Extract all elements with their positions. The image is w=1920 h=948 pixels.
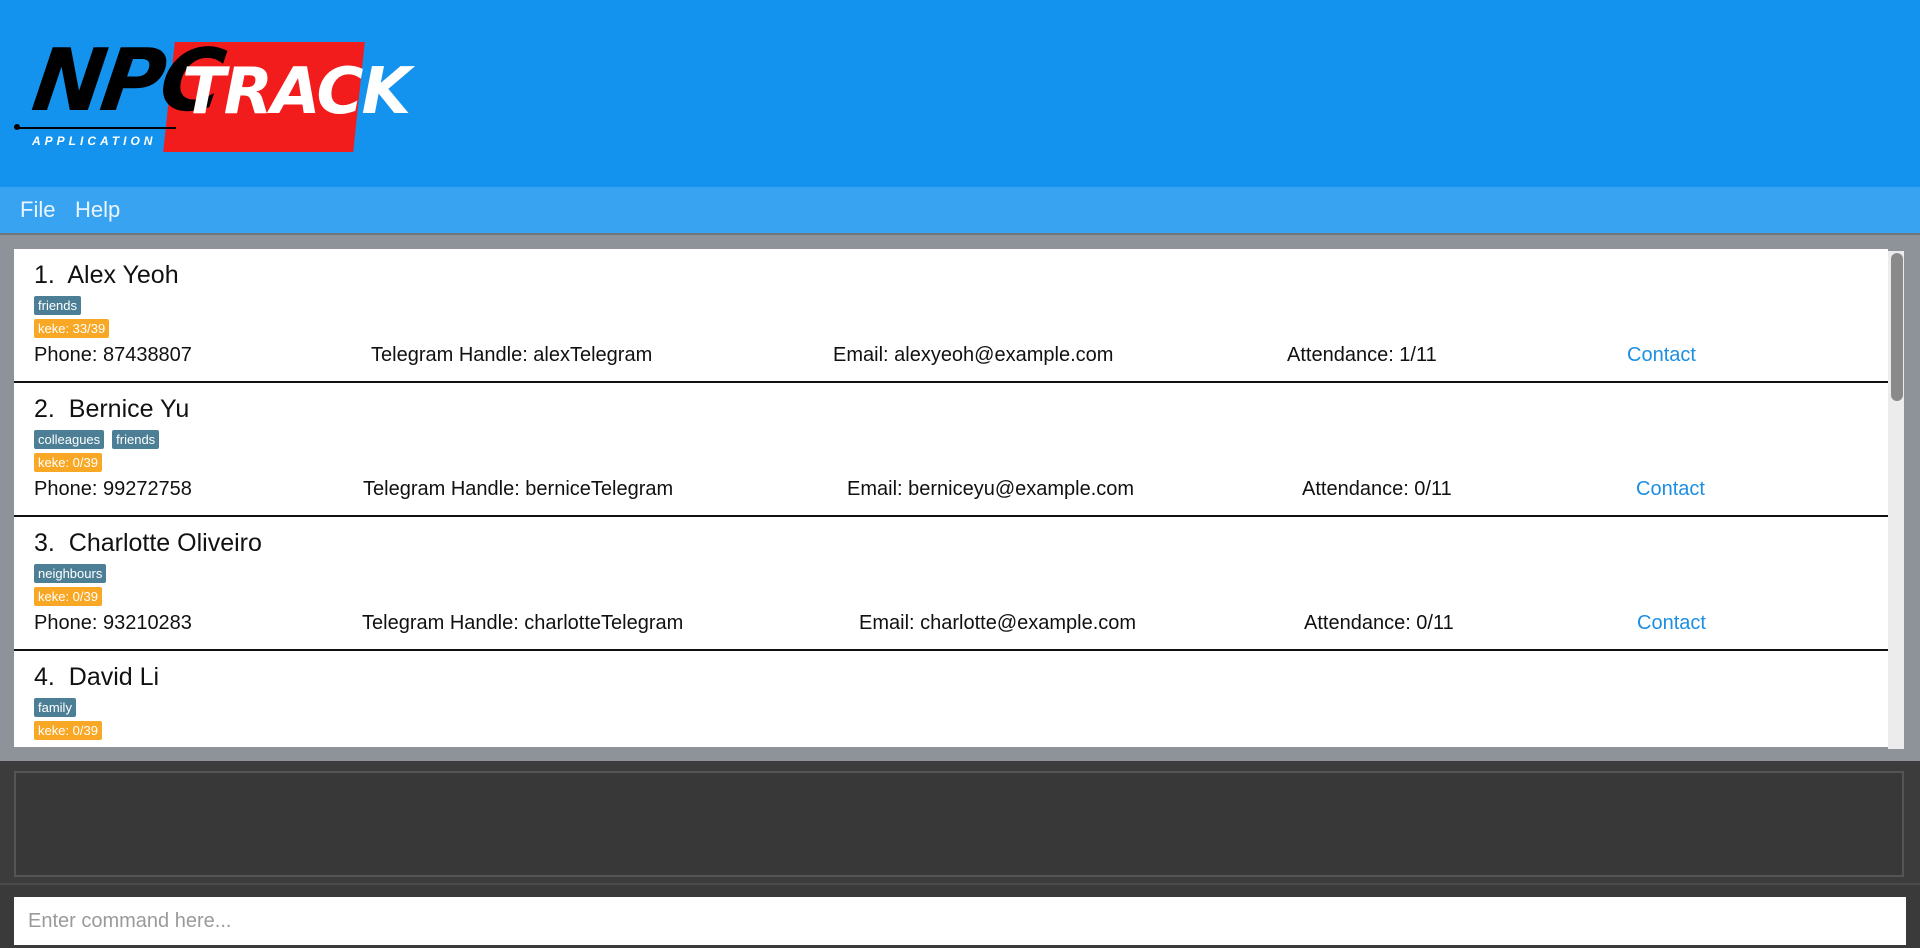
tag-list: family bbox=[34, 698, 76, 717]
person-card[interactable]: 2. Bernice Yu colleagues friends keke: 0… bbox=[14, 383, 1888, 517]
command-input[interactable] bbox=[14, 897, 1906, 945]
app-logo: NPC TRACK APPLICATION bbox=[14, 31, 411, 156]
menu-file[interactable]: File bbox=[20, 197, 55, 223]
person-name: Bernice Yu bbox=[68, 395, 190, 423]
person-name: Alex Yeoh bbox=[67, 261, 179, 289]
tag-list: colleagues friends bbox=[34, 430, 160, 449]
contact-link[interactable]: Contact bbox=[1637, 612, 1706, 635]
tag: friends bbox=[112, 430, 160, 449]
person-name-line: 2. Bernice Yu bbox=[34, 395, 189, 424]
person-card[interactable]: 1. Alex Yeoh friends keke: 33/39 Phone: … bbox=[14, 249, 1888, 383]
phone-field: Phone: 99272758 bbox=[34, 478, 192, 500]
list-scrollbar[interactable] bbox=[1888, 251, 1904, 749]
logo-dot bbox=[14, 124, 20, 130]
person-name-line: 4. David Li bbox=[34, 663, 159, 692]
tag-list: friends bbox=[34, 296, 82, 315]
phone-field: Phone: 93210283 bbox=[34, 612, 192, 634]
tag-list: neighbours bbox=[34, 564, 107, 583]
person-name: Charlotte Oliveiro bbox=[68, 529, 262, 557]
tag: colleagues bbox=[34, 430, 105, 449]
person-name: David Li bbox=[68, 663, 160, 691]
scrollbar-thumb[interactable] bbox=[1891, 253, 1903, 401]
person-name-line: 1. Alex Yeoh bbox=[34, 261, 179, 290]
logo-track-text: TRACK bbox=[182, 55, 411, 129]
telegram-field: Telegram Handle: berniceTelegram bbox=[363, 478, 674, 500]
person-index: 3. bbox=[34, 529, 55, 557]
person-index: 4. bbox=[34, 663, 55, 691]
person-card[interactable]: 3. Charlotte Oliveiro neighbours keke: 0… bbox=[14, 517, 1888, 651]
keke-badge: keke: 0/39 bbox=[34, 721, 102, 740]
tag: friends bbox=[34, 296, 82, 315]
menu-bar: File Help bbox=[0, 187, 1920, 233]
result-display bbox=[14, 771, 1904, 877]
keke-badge: keke: 33/39 bbox=[34, 319, 110, 338]
attendance-field: Attendance: 0/11 bbox=[1304, 612, 1454, 634]
attendance-field: Attendance: 1/11 bbox=[1287, 344, 1437, 366]
email-field: Email: charlotte@example.com bbox=[859, 612, 1137, 634]
person-list-panel: 1. Alex Yeoh friends keke: 33/39 Phone: … bbox=[0, 233, 1920, 761]
person-name-line: 3. Charlotte Oliveiro bbox=[34, 529, 262, 558]
logo-tagline: APPLICATION bbox=[32, 134, 157, 148]
contact-link[interactable]: Contact bbox=[1636, 478, 1705, 501]
person-index: 1. bbox=[34, 261, 55, 289]
telegram-field: Telegram Handle: alexTelegram bbox=[371, 344, 653, 366]
logo-underline bbox=[16, 127, 176, 129]
app-banner: NPC TRACK APPLICATION bbox=[0, 0, 1920, 187]
attendance-field: Attendance: 0/11 bbox=[1302, 478, 1452, 500]
result-panel bbox=[0, 761, 1920, 883]
tag: neighbours bbox=[34, 564, 107, 583]
contact-link[interactable]: Contact bbox=[1627, 344, 1696, 367]
email-field: Email: berniceyu@example.com bbox=[847, 478, 1135, 500]
tag: family bbox=[34, 698, 76, 717]
keke-badge: keke: 0/39 bbox=[34, 453, 102, 472]
person-list[interactable]: 1. Alex Yeoh friends keke: 33/39 Phone: … bbox=[14, 249, 1888, 747]
person-index: 2. bbox=[34, 395, 55, 423]
command-panel bbox=[0, 883, 1920, 948]
person-card[interactable]: 4. David Li family keke: 0/39 bbox=[14, 651, 1888, 747]
phone-field: Phone: 87438807 bbox=[34, 344, 192, 366]
keke-badge: keke: 0/39 bbox=[34, 587, 102, 606]
email-field: Email: alexyeoh@example.com bbox=[833, 344, 1114, 366]
menu-help[interactable]: Help bbox=[75, 197, 120, 223]
telegram-field: Telegram Handle: charlotteTelegram bbox=[362, 612, 684, 634]
